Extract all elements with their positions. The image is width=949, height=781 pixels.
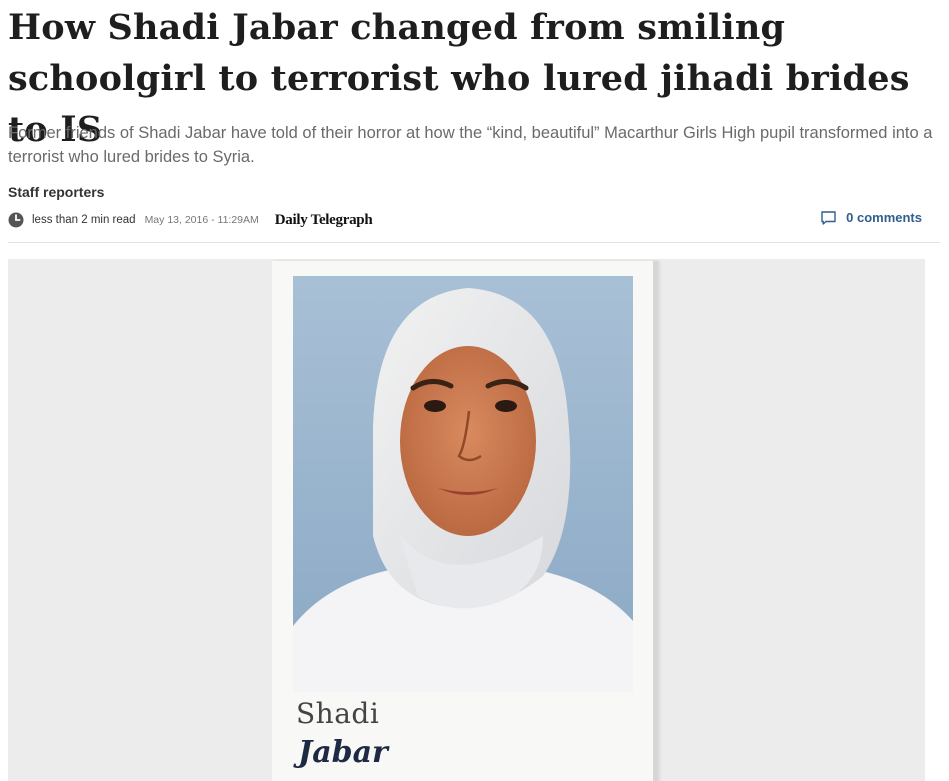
- comments-count-label: 0 comments: [846, 210, 922, 225]
- byline-author[interactable]: Staff reporters: [8, 184, 104, 200]
- yearbook-caption-first-name: Shadi: [296, 697, 380, 730]
- article-meta-row: less than 2 min read May 13, 2016 - 11:2…: [8, 209, 938, 231]
- yearbook-portrait: [293, 276, 633, 692]
- yearbook-caption-last-name: Jabar: [298, 735, 388, 770]
- publication-logo: Daily Telegraph: [274, 211, 373, 228]
- comments-link[interactable]: 0 comments: [821, 210, 922, 225]
- article-standfirst: Former friends of Shadi Jabar have told …: [8, 124, 933, 166]
- clock-icon: [8, 212, 24, 228]
- read-time: less than 2 min read: [32, 214, 136, 226]
- publish-timestamp: May 13, 2016 - 11:29AM: [144, 214, 259, 226]
- article-hero-image[interactable]: Shadi Jabar: [8, 259, 925, 781]
- header-divider: [8, 242, 940, 243]
- yearbook-card: Shadi Jabar: [272, 261, 658, 781]
- comment-icon: [821, 210, 836, 225]
